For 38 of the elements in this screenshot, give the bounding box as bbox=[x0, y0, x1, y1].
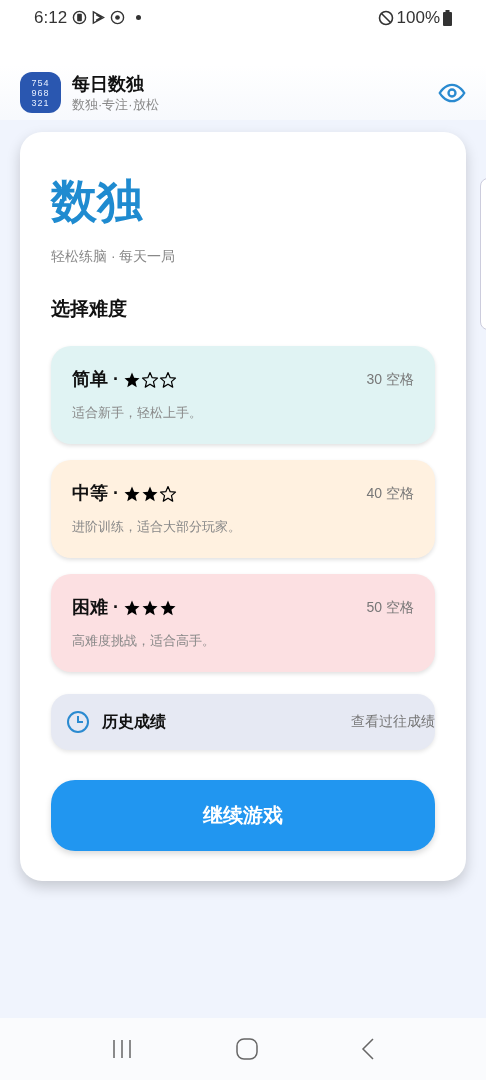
home-icon[interactable] bbox=[236, 1038, 258, 1060]
battery-percent: 100% bbox=[396, 6, 440, 29]
empty-star-icon bbox=[159, 484, 177, 503]
difficulty-card[interactable]: 中等 · 40 空格 进阶训练，适合大部分玩家。 bbox=[51, 459, 435, 558]
blank-count: 50 空格 bbox=[366, 598, 414, 618]
do-not-disturb-icon bbox=[377, 9, 394, 26]
section-title: 选择难度 bbox=[51, 297, 128, 321]
card-subtitle: 轻松练脑 · 每天一局 bbox=[51, 247, 177, 266]
play-icon bbox=[92, 10, 106, 25]
card-title: 数独 bbox=[51, 174, 144, 229]
difficulty-card[interactable]: 简单 · 30 空格 适合新手，轻松上手。 bbox=[51, 345, 435, 444]
target-icon bbox=[110, 10, 126, 25]
difficulty-name: 中等 · bbox=[72, 482, 119, 506]
difficulty-card[interactable]: 困难 · 50 空格 高难度挑战，适合高手。 bbox=[51, 573, 435, 672]
difficulty-name: 简单 · bbox=[72, 368, 119, 392]
difficulty-description: 进阶训练，适合大部分玩家。 bbox=[72, 518, 242, 537]
icon-digits: 968 bbox=[31, 87, 50, 98]
blank-count: 40 空格 bbox=[366, 484, 414, 504]
history-label: 历史成绩 bbox=[102, 711, 166, 732]
empty-star-icon bbox=[141, 370, 159, 389]
notification-icon bbox=[72, 10, 88, 25]
difficulty-description: 适合新手，轻松上手。 bbox=[72, 404, 203, 423]
status-time: 6:12 bbox=[34, 6, 68, 29]
app-name: 每日数独 bbox=[72, 72, 145, 96]
back-icon[interactable] bbox=[360, 1038, 375, 1060]
history-row[interactable]: 历史成绩 查看过往成绩 bbox=[51, 693, 435, 750]
dot-icon bbox=[136, 15, 142, 20]
difficulty-name: 困难 · bbox=[72, 596, 119, 620]
battery-icon bbox=[443, 9, 452, 26]
blank-count: 30 空格 bbox=[366, 370, 414, 390]
app-tagline: 数独·专注·放松 bbox=[72, 95, 159, 114]
history-action: 查看过往成绩 bbox=[351, 712, 435, 731]
clock-icon bbox=[66, 709, 90, 734]
empty-star-icon bbox=[159, 370, 177, 389]
icon-digits: 321 bbox=[31, 97, 50, 108]
difficulty-description: 高难度挑战，适合高手。 bbox=[72, 632, 216, 651]
icon-digits: 754 bbox=[31, 77, 50, 88]
recent-apps-icon[interactable] bbox=[111, 1039, 134, 1059]
